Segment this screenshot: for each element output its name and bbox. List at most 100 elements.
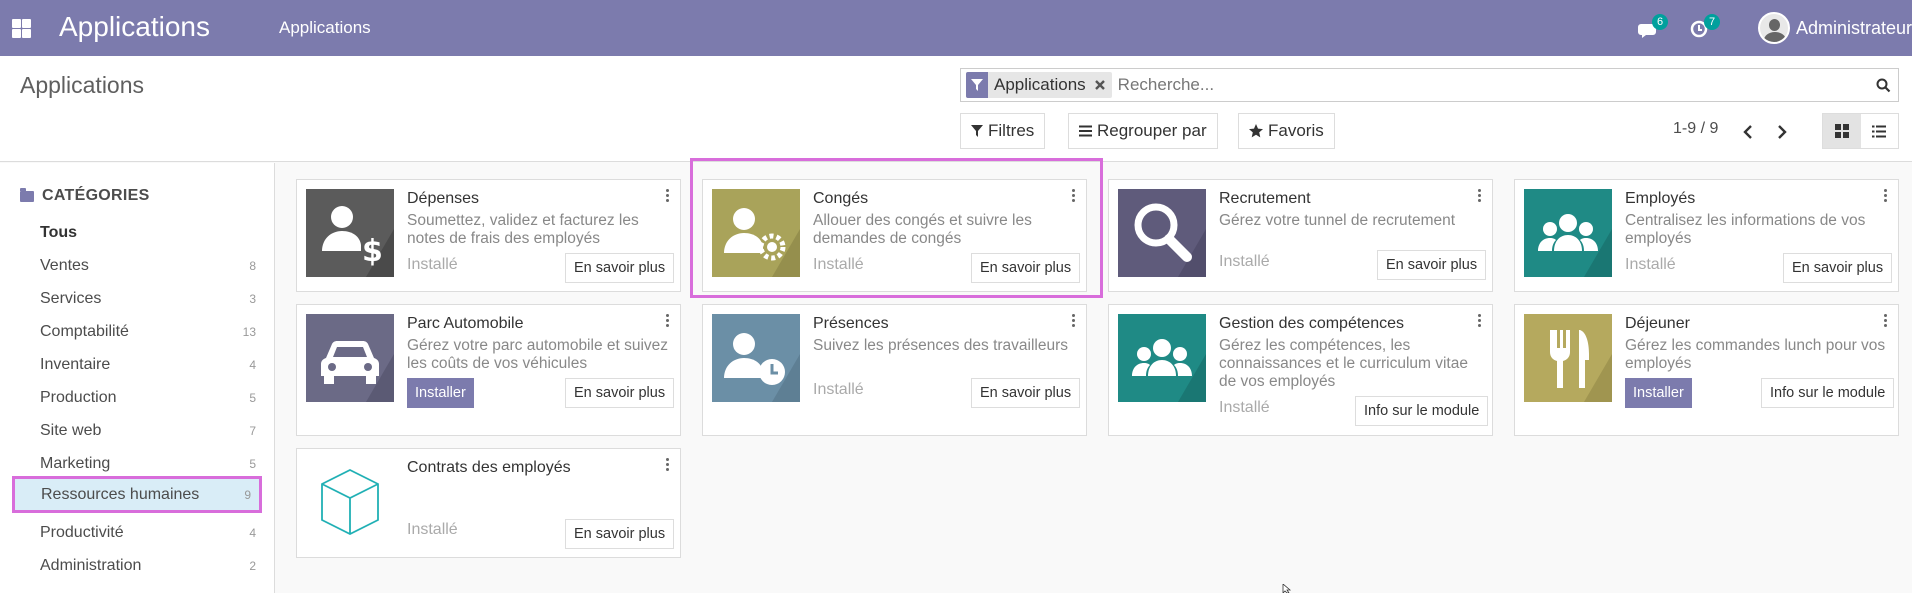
category-label: Ventes (40, 257, 89, 274)
search-icon[interactable] (1868, 70, 1898, 100)
group-by-label: Regrouper par (1097, 121, 1207, 140)
category-item-production[interactable]: Production 5 (14, 382, 264, 414)
app-status: Installé (407, 256, 458, 273)
search-bar: Applications (960, 68, 1899, 102)
view-switcher (1822, 113, 1899, 149)
app-card-recrutement[interactable]: Recrutement Gérez votre tunnel de recrut… (1108, 179, 1493, 292)
app-description: Gérez les compétences, les connaissances… (1219, 337, 1468, 390)
app-card-dejeuner[interactable]: Déjeuner Gérez les commandes lunch pour … (1514, 304, 1899, 436)
category-label: Productivité (40, 524, 124, 541)
learn-more-button[interactable]: En savoir plus (565, 519, 675, 549)
app-title: Dépenses (407, 190, 480, 207)
expenses-icon: $ (306, 189, 394, 277)
app-card-parc-automobile[interactable]: Parc Automobile Gérez votre parc automob… (296, 304, 681, 436)
more-options-icon[interactable] (1882, 189, 1888, 205)
fleet-icon (306, 314, 394, 402)
user-menu[interactable]: Administrateur (1758, 10, 1912, 46)
more-options-icon[interactable] (1476, 189, 1482, 205)
search-input[interactable] (1111, 70, 1868, 100)
categories-sidebar: CATÉGORIES Tous Ventes 8 Services 3 Compta… (0, 163, 275, 593)
category-item-administration[interactable]: Administration 2 (14, 550, 264, 582)
filters-button[interactable]: Filtres (960, 113, 1046, 149)
category-label: Services (40, 290, 102, 307)
kanban-view-icon[interactable] (1823, 114, 1861, 148)
top-navbar: Applications Applications 6 7 Administra… (0, 0, 1912, 56)
folder-icon (20, 187, 34, 202)
filters-label: Filtres (988, 121, 1035, 140)
search-facet: Applications (966, 72, 1112, 98)
category-label: Inventaire (40, 356, 111, 373)
category-item-comptabilite[interactable]: Comptabilité 13 (14, 316, 264, 348)
learn-more-button[interactable]: En savoir plus (971, 378, 1081, 408)
learn-more-button[interactable]: En savoir plus (565, 253, 675, 283)
more-options-icon[interactable] (1476, 314, 1482, 330)
pager-value[interactable]: 1-9 / 9 (1673, 120, 1718, 138)
app-title: Présences (813, 315, 889, 332)
messages-icon[interactable]: 6 (1638, 14, 1668, 42)
module-info-button[interactable]: Info sur le module (1761, 378, 1895, 408)
category-item-site-web[interactable]: Site web 7 (14, 415, 264, 447)
page-title: Applications (20, 72, 145, 98)
app-description: Soumettez, validez et facturez les notes… (407, 212, 639, 247)
chevron-left-icon[interactable] (1738, 120, 1758, 144)
favorites-button[interactable]: Favoris (1238, 113, 1335, 149)
app-card-conges[interactable]: Congés Allouer des congés et suivre les … (702, 179, 1087, 292)
learn-more-button[interactable]: En savoir plus (1783, 253, 1893, 283)
app-description: Gérez votre tunnel de recrutement (1219, 212, 1456, 229)
learn-more-button[interactable]: En savoir plus (1377, 250, 1487, 280)
app-card-employes[interactable]: Employés Centralisez les informations de… (1514, 179, 1899, 292)
filter-icon (966, 72, 988, 98)
category-item-ressources-humaines[interactable]: Ressources humaines 9 (12, 476, 262, 513)
more-options-icon[interactable] (664, 458, 670, 474)
apps-menu-icon[interactable] (10, 17, 32, 39)
category-label: Site web (40, 422, 102, 439)
group-by-button[interactable]: Regrouper par (1068, 113, 1218, 149)
category-item-tous[interactable]: Tous (14, 217, 264, 249)
app-title: Employés (1625, 190, 1696, 207)
category-label: Administration (40, 557, 142, 574)
cube-icon (306, 458, 394, 546)
app-status: Installé (1219, 399, 1270, 416)
app-title: Congés (813, 190, 869, 207)
time-off-icon (712, 189, 800, 277)
more-options-icon[interactable] (664, 314, 670, 330)
more-options-icon[interactable] (664, 189, 670, 205)
more-options-icon[interactable] (1070, 314, 1076, 330)
app-status: Installé (407, 521, 458, 538)
chevron-right-icon[interactable] (1772, 120, 1792, 144)
list-bars-icon (1079, 125, 1092, 137)
messages-badge: 6 (1652, 14, 1668, 30)
category-item-services[interactable]: Services 3 (14, 283, 264, 315)
category-item-ventes[interactable]: Ventes 8 (14, 250, 264, 282)
learn-more-button[interactable]: En savoir plus (971, 253, 1081, 283)
user-name: Administrateur (1796, 17, 1912, 38)
activities-icon[interactable]: 7 (1690, 14, 1720, 42)
app-card-presences[interactable]: Présences Suivez les présences des trava… (702, 304, 1087, 436)
app-title: Déjeuner (1625, 315, 1690, 332)
learn-more-button[interactable]: En savoir plus (565, 378, 675, 408)
menu-applications[interactable]: Applications (279, 18, 371, 38)
app-status: Installé (1625, 256, 1676, 273)
more-options-icon[interactable] (1882, 314, 1888, 330)
more-options-icon[interactable] (1070, 189, 1076, 205)
install-button[interactable]: Installer (407, 378, 474, 408)
app-card-depenses[interactable]: $ Dépenses Soumettez, validez et facture… (296, 179, 681, 292)
app-card-contrats-employes[interactable]: Contrats des employés Installé En savoir… (296, 448, 681, 558)
category-label: Marketing (40, 455, 111, 472)
app-title: Parc Automobile (407, 315, 524, 332)
category-item-productivite[interactable]: Productivité 4 (14, 517, 264, 549)
app-description: Allouer des congés et suivre les demande… (813, 212, 1032, 247)
category-count: 5 (249, 457, 256, 471)
app-card-gestion-competences[interactable]: Gestion des compétences Gérez les compét… (1108, 304, 1493, 436)
install-button[interactable]: Installer (1625, 378, 1692, 408)
module-info-button[interactable]: Info sur le module (1355, 396, 1489, 426)
app-brand[interactable]: Applications (59, 11, 210, 43)
category-item-inventaire[interactable]: Inventaire 4 (14, 349, 264, 381)
activities-badge: 7 (1704, 14, 1720, 30)
favorites-label: Favoris (1268, 121, 1324, 140)
category-count: 4 (249, 526, 256, 540)
list-view-icon[interactable] (1861, 114, 1899, 148)
remove-facet-icon[interactable] (1092, 77, 1108, 93)
categories-heading-label: CATÉGORIES (42, 187, 150, 204)
category-label: Comptabilité (40, 323, 129, 340)
